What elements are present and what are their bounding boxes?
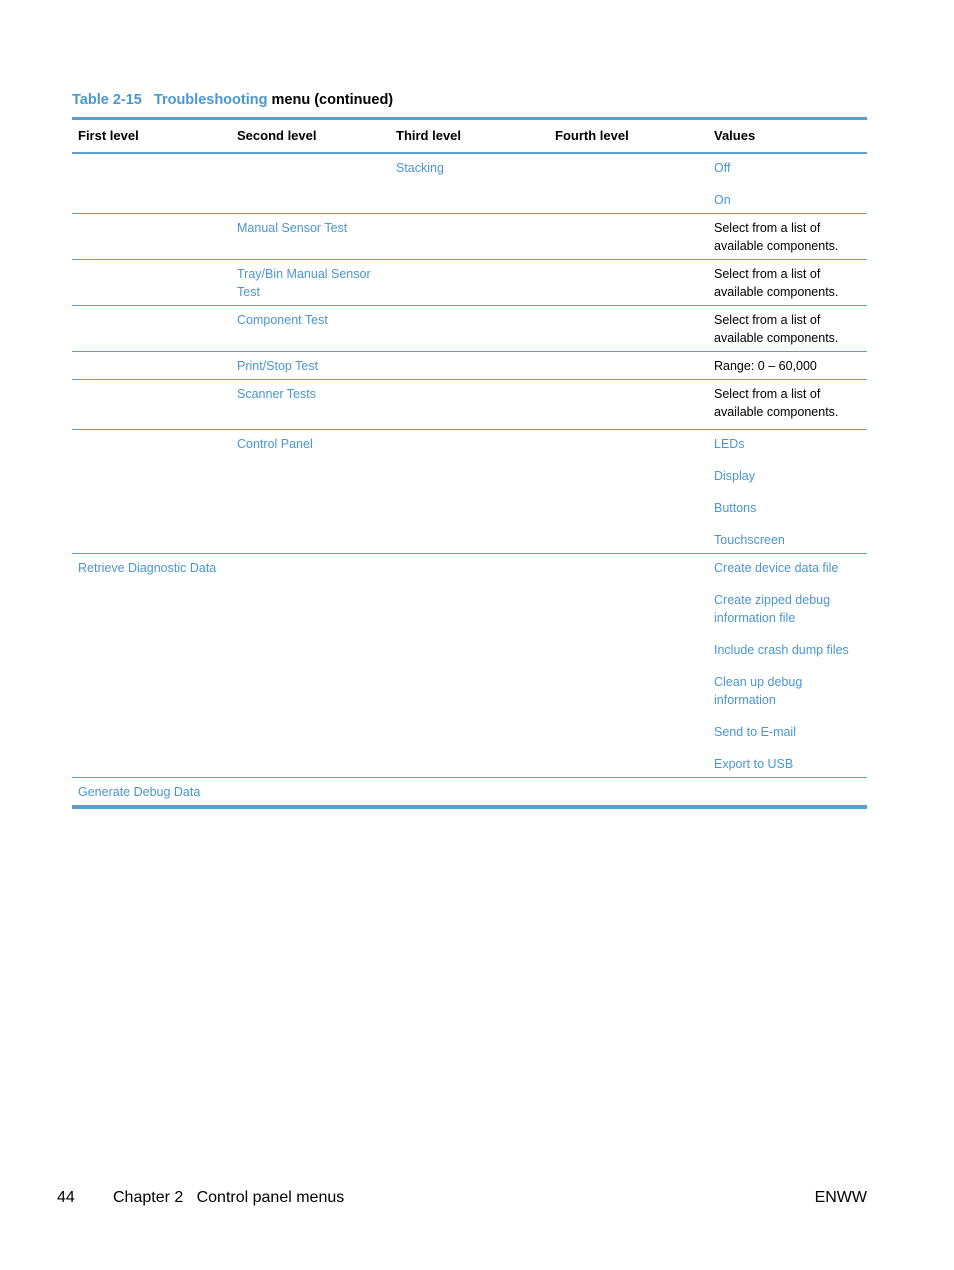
value-option-link[interactable]: Clean up debug information [714, 673, 861, 709]
fourth-level-cell [549, 435, 708, 549]
value-option-link[interactable]: On [714, 191, 861, 209]
third-level-cell [390, 559, 549, 773]
troubleshooting-menu-table: First level Second level Third level Fou… [72, 117, 867, 809]
menu-item-link[interactable]: Print/Stop Test [237, 359, 318, 373]
table-row: Retrieve Diagnostic Data Create device da… [72, 554, 867, 778]
menu-item-link[interactable]: Manual Sensor Test [237, 221, 347, 235]
second-level-cell: Print/Stop Test [231, 357, 390, 375]
value-text: Select from a list of available componen… [714, 313, 839, 345]
value-text: Range: 0 – 60,000 [714, 359, 817, 373]
fourth-level-cell [549, 265, 708, 301]
menu-name-link[interactable]: Troubleshooting [154, 92, 268, 108]
fourth-level-cell [549, 159, 708, 209]
first-level-cell: Generate Debug Data [72, 783, 231, 801]
header-third-level: Third level [396, 128, 462, 143]
second-level-cell: Control Panel [231, 435, 390, 549]
first-level-cell: Retrieve Diagnostic Data [72, 559, 231, 773]
table-number: Table 2-15 [72, 92, 142, 108]
first-level-cell [72, 159, 231, 209]
value-option-link[interactable]: Create device data file [714, 559, 861, 577]
page-footer-left: 44 Chapter 2 Control panel menus [57, 1189, 344, 1207]
third-level-cell [390, 435, 549, 549]
table-row: Scanner Tests Select from a list of avail… [72, 380, 867, 430]
values-cell: Range: 0 – 60,000 [708, 357, 867, 375]
values-cell: Select from a list of available componen… [708, 385, 867, 425]
values-cell: Select from a list of available componen… [708, 311, 867, 347]
table-row: Control Panel LEDs Display Buttons Touchscre… [72, 430, 867, 554]
fourth-level-cell [549, 559, 708, 773]
value-option-link[interactable]: LEDs [714, 435, 861, 453]
fourth-level-cell [549, 219, 708, 255]
value-text: Select from a list of available componen… [714, 387, 839, 419]
menu-item-link[interactable]: Control Panel [237, 437, 313, 451]
menu-item-link[interactable]: Tray/Bin Manual Sensor Test [237, 267, 371, 299]
footer-locale: ENWW [814, 1189, 867, 1206]
first-level-cell [72, 357, 231, 375]
header-first-level: First level [78, 128, 139, 143]
menu-item-link[interactable]: Stacking [396, 161, 444, 175]
menu-item-link[interactable]: Scanner Tests [237, 387, 316, 401]
table-row: Component Test Select from a list of avai… [72, 306, 867, 352]
values-cell [708, 783, 867, 801]
second-level-cell [231, 159, 390, 209]
value-option-link[interactable]: Send to E-mail [714, 723, 861, 741]
second-level-cell [231, 783, 390, 801]
first-level-cell [72, 311, 231, 347]
caption-suffix: menu (continued) [271, 92, 394, 108]
third-level-cell [390, 783, 549, 801]
table-row: Generate Debug Data [72, 778, 867, 805]
table-row: Print/Stop Test Range: 0 – 60,000 [72, 352, 867, 380]
second-level-cell: Component Test [231, 311, 390, 347]
values-cell: Off On [708, 159, 867, 209]
third-level-cell [390, 357, 549, 375]
menu-item-link[interactable]: Component Test [237, 313, 328, 327]
third-level-cell [390, 219, 549, 255]
value-option-link[interactable]: Touchscreen [714, 531, 861, 549]
page-number: 44 [57, 1189, 75, 1206]
header-fourth-level: Fourth level [555, 128, 629, 143]
first-level-cell [72, 219, 231, 255]
value-text: Select from a list of available componen… [714, 221, 839, 253]
menu-item-link[interactable]: Generate Debug Data [78, 785, 200, 799]
value-option-link[interactable]: Export to USB [714, 755, 861, 773]
value-text: Select from a list of available componen… [714, 267, 839, 299]
fourth-level-cell [549, 783, 708, 801]
second-level-cell: Scanner Tests [231, 385, 390, 425]
chapter-title: Chapter 2 Control panel menus [113, 1189, 345, 1206]
second-level-cell [231, 559, 390, 773]
value-option-link[interactable]: Display [714, 467, 861, 485]
table-row: Tray/Bin Manual Sensor Test Select from a… [72, 260, 867, 306]
second-level-cell: Manual Sensor Test [231, 219, 390, 255]
third-level-cell [390, 265, 549, 301]
first-level-cell [72, 385, 231, 425]
second-level-cell: Tray/Bin Manual Sensor Test [231, 265, 390, 301]
table-body: Stacking Off On Manual Sensor Test Select fr… [72, 154, 867, 805]
fourth-level-cell [549, 311, 708, 347]
menu-item-link[interactable]: Retrieve Diagnostic Data [78, 561, 216, 575]
value-option-link[interactable]: Create zipped debug information file [714, 591, 861, 627]
value-option-link[interactable]: Off [714, 159, 861, 177]
values-cell: LEDs Display Buttons Touchscreen [708, 435, 867, 549]
table-row: Stacking Off On [72, 154, 867, 214]
table-header-row: First level Second level Third level Fou… [72, 120, 867, 154]
header-values: Values [714, 128, 756, 143]
fourth-level-cell [549, 357, 708, 375]
values-cell: Select from a list of available componen… [708, 265, 867, 301]
fourth-level-cell [549, 385, 708, 425]
third-level-cell [390, 311, 549, 347]
header-second-level: Second level [237, 128, 317, 143]
value-option-link[interactable]: Include crash dump files [714, 641, 861, 659]
value-option-link[interactable]: Buttons [714, 499, 861, 517]
first-level-cell [72, 435, 231, 549]
values-cell: Create device data file Create zipped deb… [708, 559, 867, 773]
third-level-cell: Stacking [390, 159, 549, 209]
table-caption: Table 2-15 Troubleshooting menu (continu… [72, 92, 393, 108]
values-cell: Select from a list of available componen… [708, 219, 867, 255]
first-level-cell [72, 265, 231, 301]
table-row: Manual Sensor Test Select from a list of … [72, 214, 867, 260]
third-level-cell [390, 385, 549, 425]
